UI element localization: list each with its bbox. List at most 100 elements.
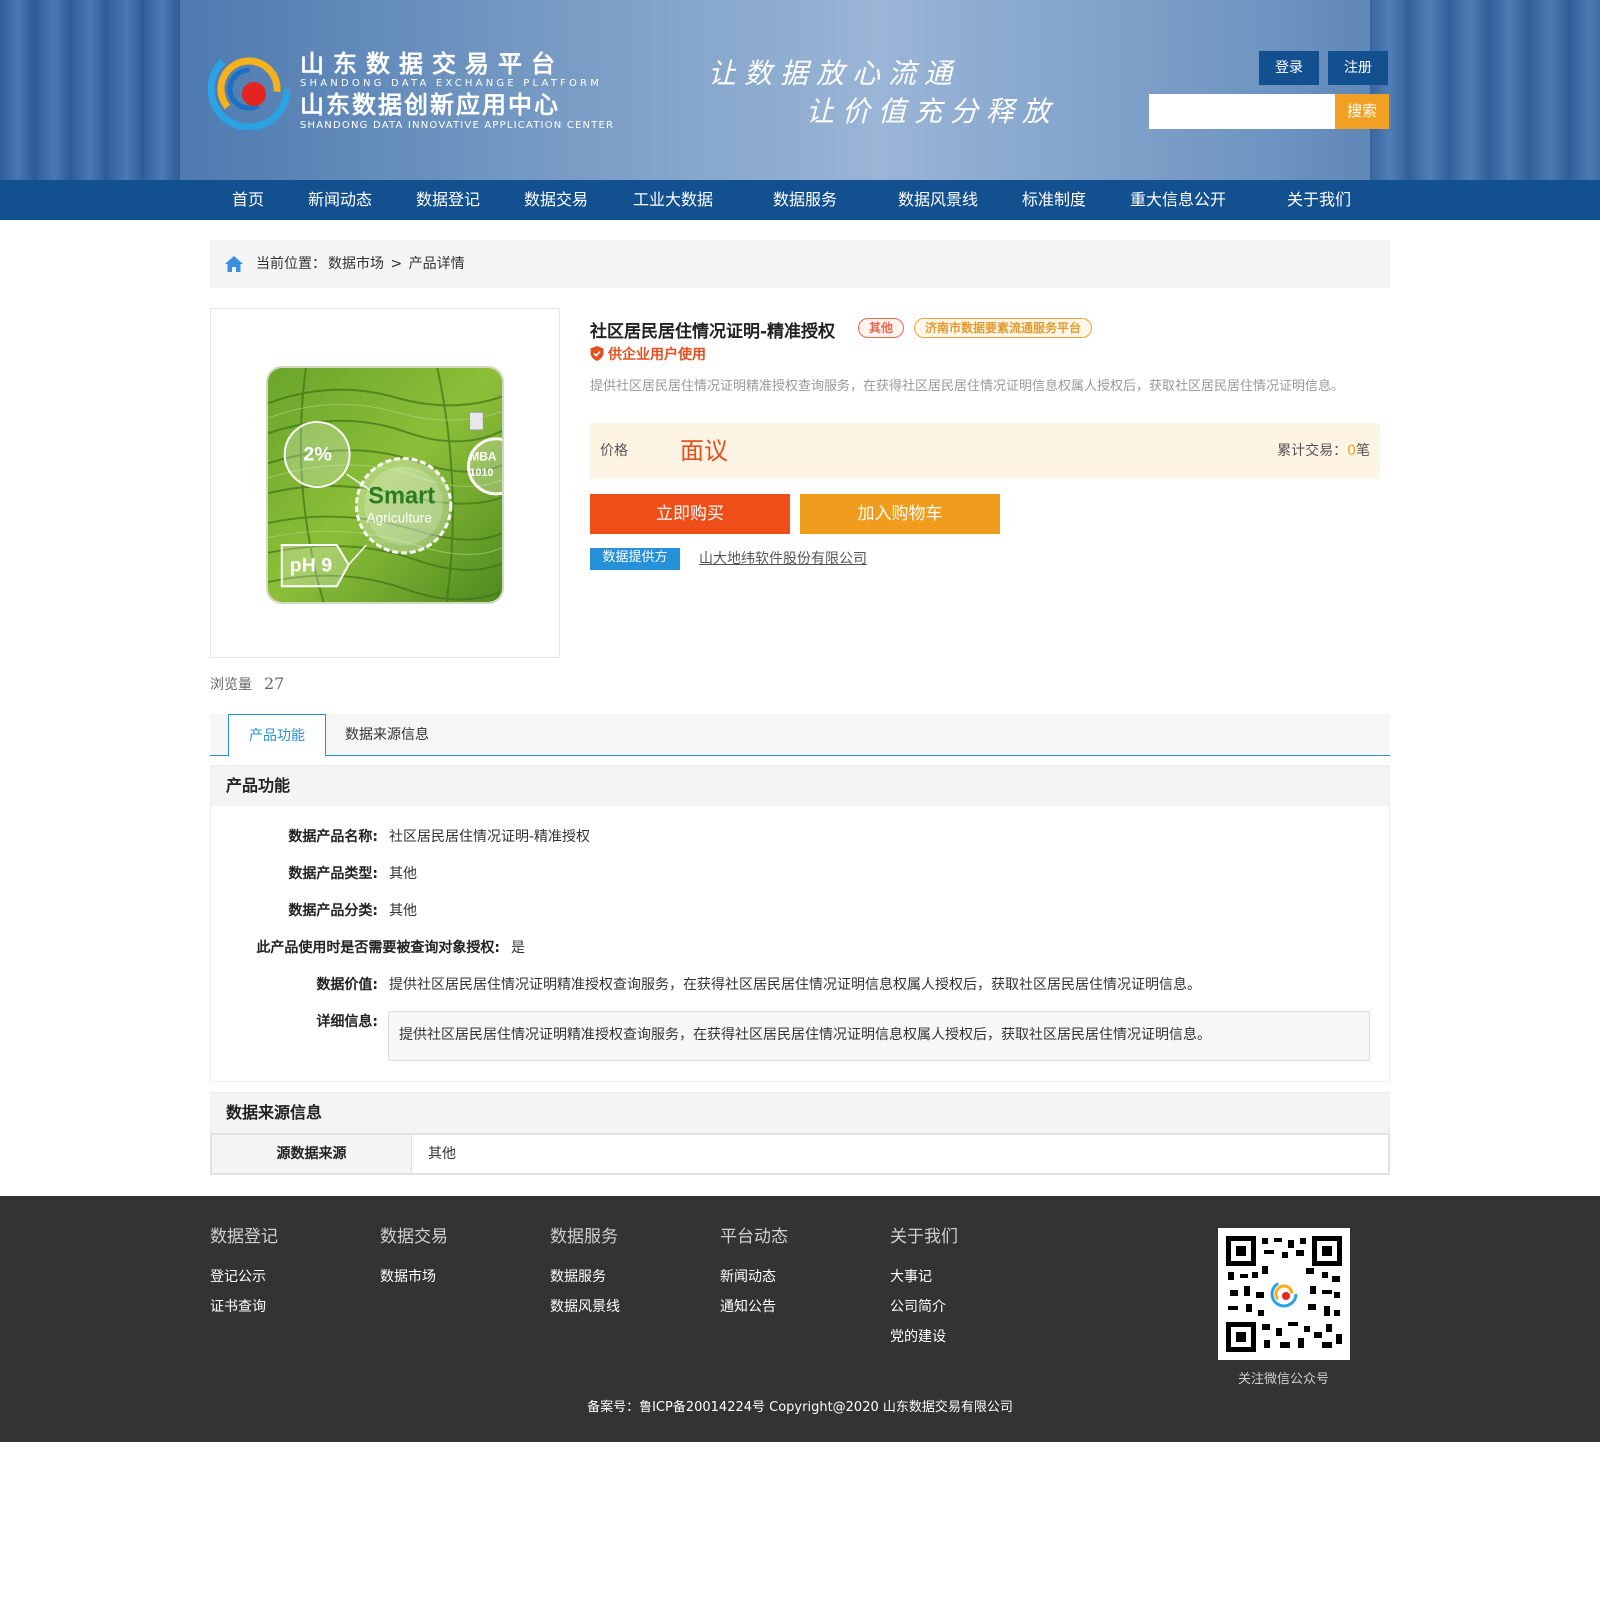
footer-link-data-service[interactable]: 数据服务 (550, 1262, 620, 1292)
footer-col-service: 数据服务 数据服务 数据风景线 (550, 1222, 620, 1322)
logo-subtitle-en: SHANDONG DATA INNOVATIVE APPLICATION CEN… (300, 120, 615, 131)
features-body: 数据产品名称: 社区居民居住情况证明-精准授权 数据产品类型: 其他 数据产品分… (210, 806, 1390, 1082)
footer-link-registration-notice[interactable]: 登记公示 (210, 1262, 278, 1292)
product-image: 2% Smart Agriculture MBA 1010 pH 9 (266, 366, 504, 604)
slogan-line-1: 让数据放心流通 (708, 57, 961, 90)
buy-now-button[interactable]: 立即购买 (590, 494, 790, 534)
features-heading: 产品功能 (210, 765, 1390, 807)
breadcrumb: 当前位置： 数据市场 > 产品详情 (210, 240, 1390, 288)
field-label-product-type: 数据产品类型: (288, 866, 378, 882)
source-table: 源数据来源 其他 (210, 1133, 1390, 1175)
product-title: 社区居民居住情况证明-精准授权 (590, 322, 836, 342)
breadcrumb-path: 当前位置： 数据市场 > 产品详情 (256, 240, 467, 288)
image-percent-text: 2% (303, 443, 331, 465)
image-mba-num-text: 1010 (470, 467, 494, 479)
field-label-product-name: 数据产品名称: (288, 829, 378, 845)
trade-count: 累计交易：0笔 (1277, 423, 1370, 479)
trade-count-label: 累计交易： (1277, 443, 1348, 459)
footer-link-milestones[interactable]: 大事记 (890, 1262, 958, 1292)
nav-item-data-scenery[interactable]: 数据风景线 (898, 180, 978, 220)
tab-data-source[interactable]: 数据来源信息 (345, 714, 429, 756)
footer-link-notices[interactable]: 通知公告 (720, 1292, 788, 1322)
footer-col-about: 关于我们 大事记 公司简介 党的建设 (890, 1222, 958, 1352)
shield-check-icon (590, 346, 604, 361)
nav-item-news[interactable]: 新闻动态 (308, 180, 372, 220)
field-value-data-value: 提供社区居民居住情况证明精准授权查询服务，在获得社区居民居住情况证明信息权属人授… (389, 977, 1201, 993)
footer-col-title: 平台动态 (720, 1227, 788, 1247)
product-image-frame: 2% Smart Agriculture MBA 1010 pH 9 (210, 308, 560, 658)
logo-icon[interactable] (208, 48, 290, 130)
view-count-label: 浏览量 (210, 677, 252, 693)
product-type-tag: 其他 (858, 318, 905, 338)
footer-link-data-market[interactable]: 数据市场 (380, 1262, 448, 1292)
search-button[interactable]: 搜索 (1335, 94, 1389, 129)
provider-name-link[interactable]: 山大地纬软件股份有限公司 (699, 548, 867, 568)
tab-product-features[interactable]: 产品功能 (228, 714, 326, 757)
footer-col-title: 数据交易 (380, 1227, 448, 1247)
view-count-value: 27 (264, 674, 285, 693)
price-value: 面议 (680, 437, 728, 465)
logo-subtitle-cn: 山东数据创新应用中心 (300, 91, 560, 119)
curtain-right-decoration (1370, 0, 1600, 180)
image-mba-text: MBA (470, 450, 497, 463)
nav-item-home[interactable]: 首页 (232, 180, 264, 220)
nav-item-trading[interactable]: 数据交易 (524, 180, 588, 220)
footer-col-platform-news: 平台动态 新闻动态 通知公告 (720, 1222, 788, 1322)
home-icon[interactable] (224, 254, 244, 274)
curtain-left-decoration (0, 0, 180, 180)
register-button[interactable]: 注册 (1328, 51, 1388, 85)
view-count: 浏览量 27 (210, 674, 284, 694)
nav-item-disclosure[interactable]: 重大信息公开 (1130, 180, 1226, 220)
login-button[interactable]: 登录 (1259, 51, 1319, 85)
image-agriculture-text: Agriculture (366, 510, 432, 525)
field-label-detail-info: 详细信息: (316, 1014, 378, 1030)
footer-col-registration: 数据登记 登记公示 证书查询 (210, 1222, 278, 1322)
field-value-authorization-required: 是 (511, 940, 525, 956)
site-footer: 数据登记 登记公示 证书查询 数据交易 数据市场 数据服务 数据服务 数据风景线… (0, 1196, 1600, 1442)
logo-title-en: SHANDONG DATA EXCHANGE PLATFORM (300, 78, 603, 89)
footer-link-news[interactable]: 新闻动态 (720, 1262, 788, 1292)
qr-caption: 关注微信公众号 (1238, 1372, 1330, 1387)
source-heading: 数据来源信息 (210, 1092, 1390, 1134)
enterprise-only-badge: 供企业用户使用 (590, 344, 706, 364)
footer-col-title: 数据服务 (550, 1227, 618, 1247)
field-value-product-type: 其他 (389, 866, 417, 882)
detail-info-box: 提供社区居民居住情况证明精准授权查询服务，在获得社区居民居住情况证明信息权属人授… (388, 1011, 1370, 1061)
product-description: 提供社区居民居住情况证明精准授权查询服务，在获得社区居民居住情况证明信息权属人授… (590, 379, 1345, 394)
nav-item-industrial-data[interactable]: 工业大数据 (633, 180, 713, 220)
field-label-authorization-required: 此产品使用时是否需要被查询对象授权: (256, 940, 500, 956)
field-value-product-category: 其他 (389, 903, 417, 919)
detail-tabs: 产品功能 数据来源信息 (210, 714, 1390, 757)
main-nav: 首页 新闻动态 数据登记 数据交易 工业大数据 数据服务 数据风景线 标准制度 … (0, 180, 1600, 220)
search-input[interactable] (1149, 94, 1335, 129)
source-key: 源数据来源 (212, 1135, 412, 1173)
field-value-product-name: 社区居民居住情况证明-精准授权 (389, 829, 591, 845)
nav-item-registration[interactable]: 数据登记 (416, 180, 480, 220)
breadcrumb-separator: > (386, 256, 407, 272)
nav-item-about[interactable]: 关于我们 (1287, 180, 1351, 220)
nav-item-standards[interactable]: 标准制度 (1022, 180, 1086, 220)
field-label-data-value: 数据价值: (316, 977, 378, 993)
trade-count-value: 0 (1347, 443, 1356, 459)
image-smart-text: Smart (368, 483, 435, 509)
field-label-product-category: 数据产品分类: (288, 903, 378, 919)
image-ph-text: pH 9 (290, 555, 333, 577)
footer-col-title: 数据登记 (210, 1227, 278, 1247)
footer-link-data-scenery[interactable]: 数据风景线 (550, 1292, 620, 1322)
site-header: 山东数据交易平台 SHANDONG DATA EXCHANGE PLATFORM… (0, 0, 1600, 180)
product-platform-tag: 济南市数据要素流通服务平台 (914, 318, 1093, 338)
slogan-line-2: 让价值充分释放 (806, 95, 1059, 128)
add-to-cart-button[interactable]: 加入购物车 (800, 494, 1000, 534)
logo-text: 山东数据交易平台 SHANDONG DATA EXCHANGE PLATFORM… (300, 50, 614, 132)
footer-col-title: 关于我们 (890, 1227, 958, 1247)
nav-item-data-service[interactable]: 数据服务 (773, 180, 837, 220)
wechat-qr-code (1218, 1228, 1350, 1360)
price-label: 价格 (600, 443, 628, 459)
footer-link-party-building[interactable]: 党的建设 (890, 1322, 958, 1352)
footer-link-company-profile[interactable]: 公司简介 (890, 1292, 958, 1322)
breadcrumb-market[interactable]: 数据市场 (328, 256, 384, 272)
breadcrumb-current: 产品详情 (408, 256, 465, 272)
footer-link-certificate-query[interactable]: 证书查询 (210, 1292, 278, 1322)
source-value: 其他 (428, 1146, 456, 1162)
qr-code-icon (1226, 1236, 1342, 1352)
